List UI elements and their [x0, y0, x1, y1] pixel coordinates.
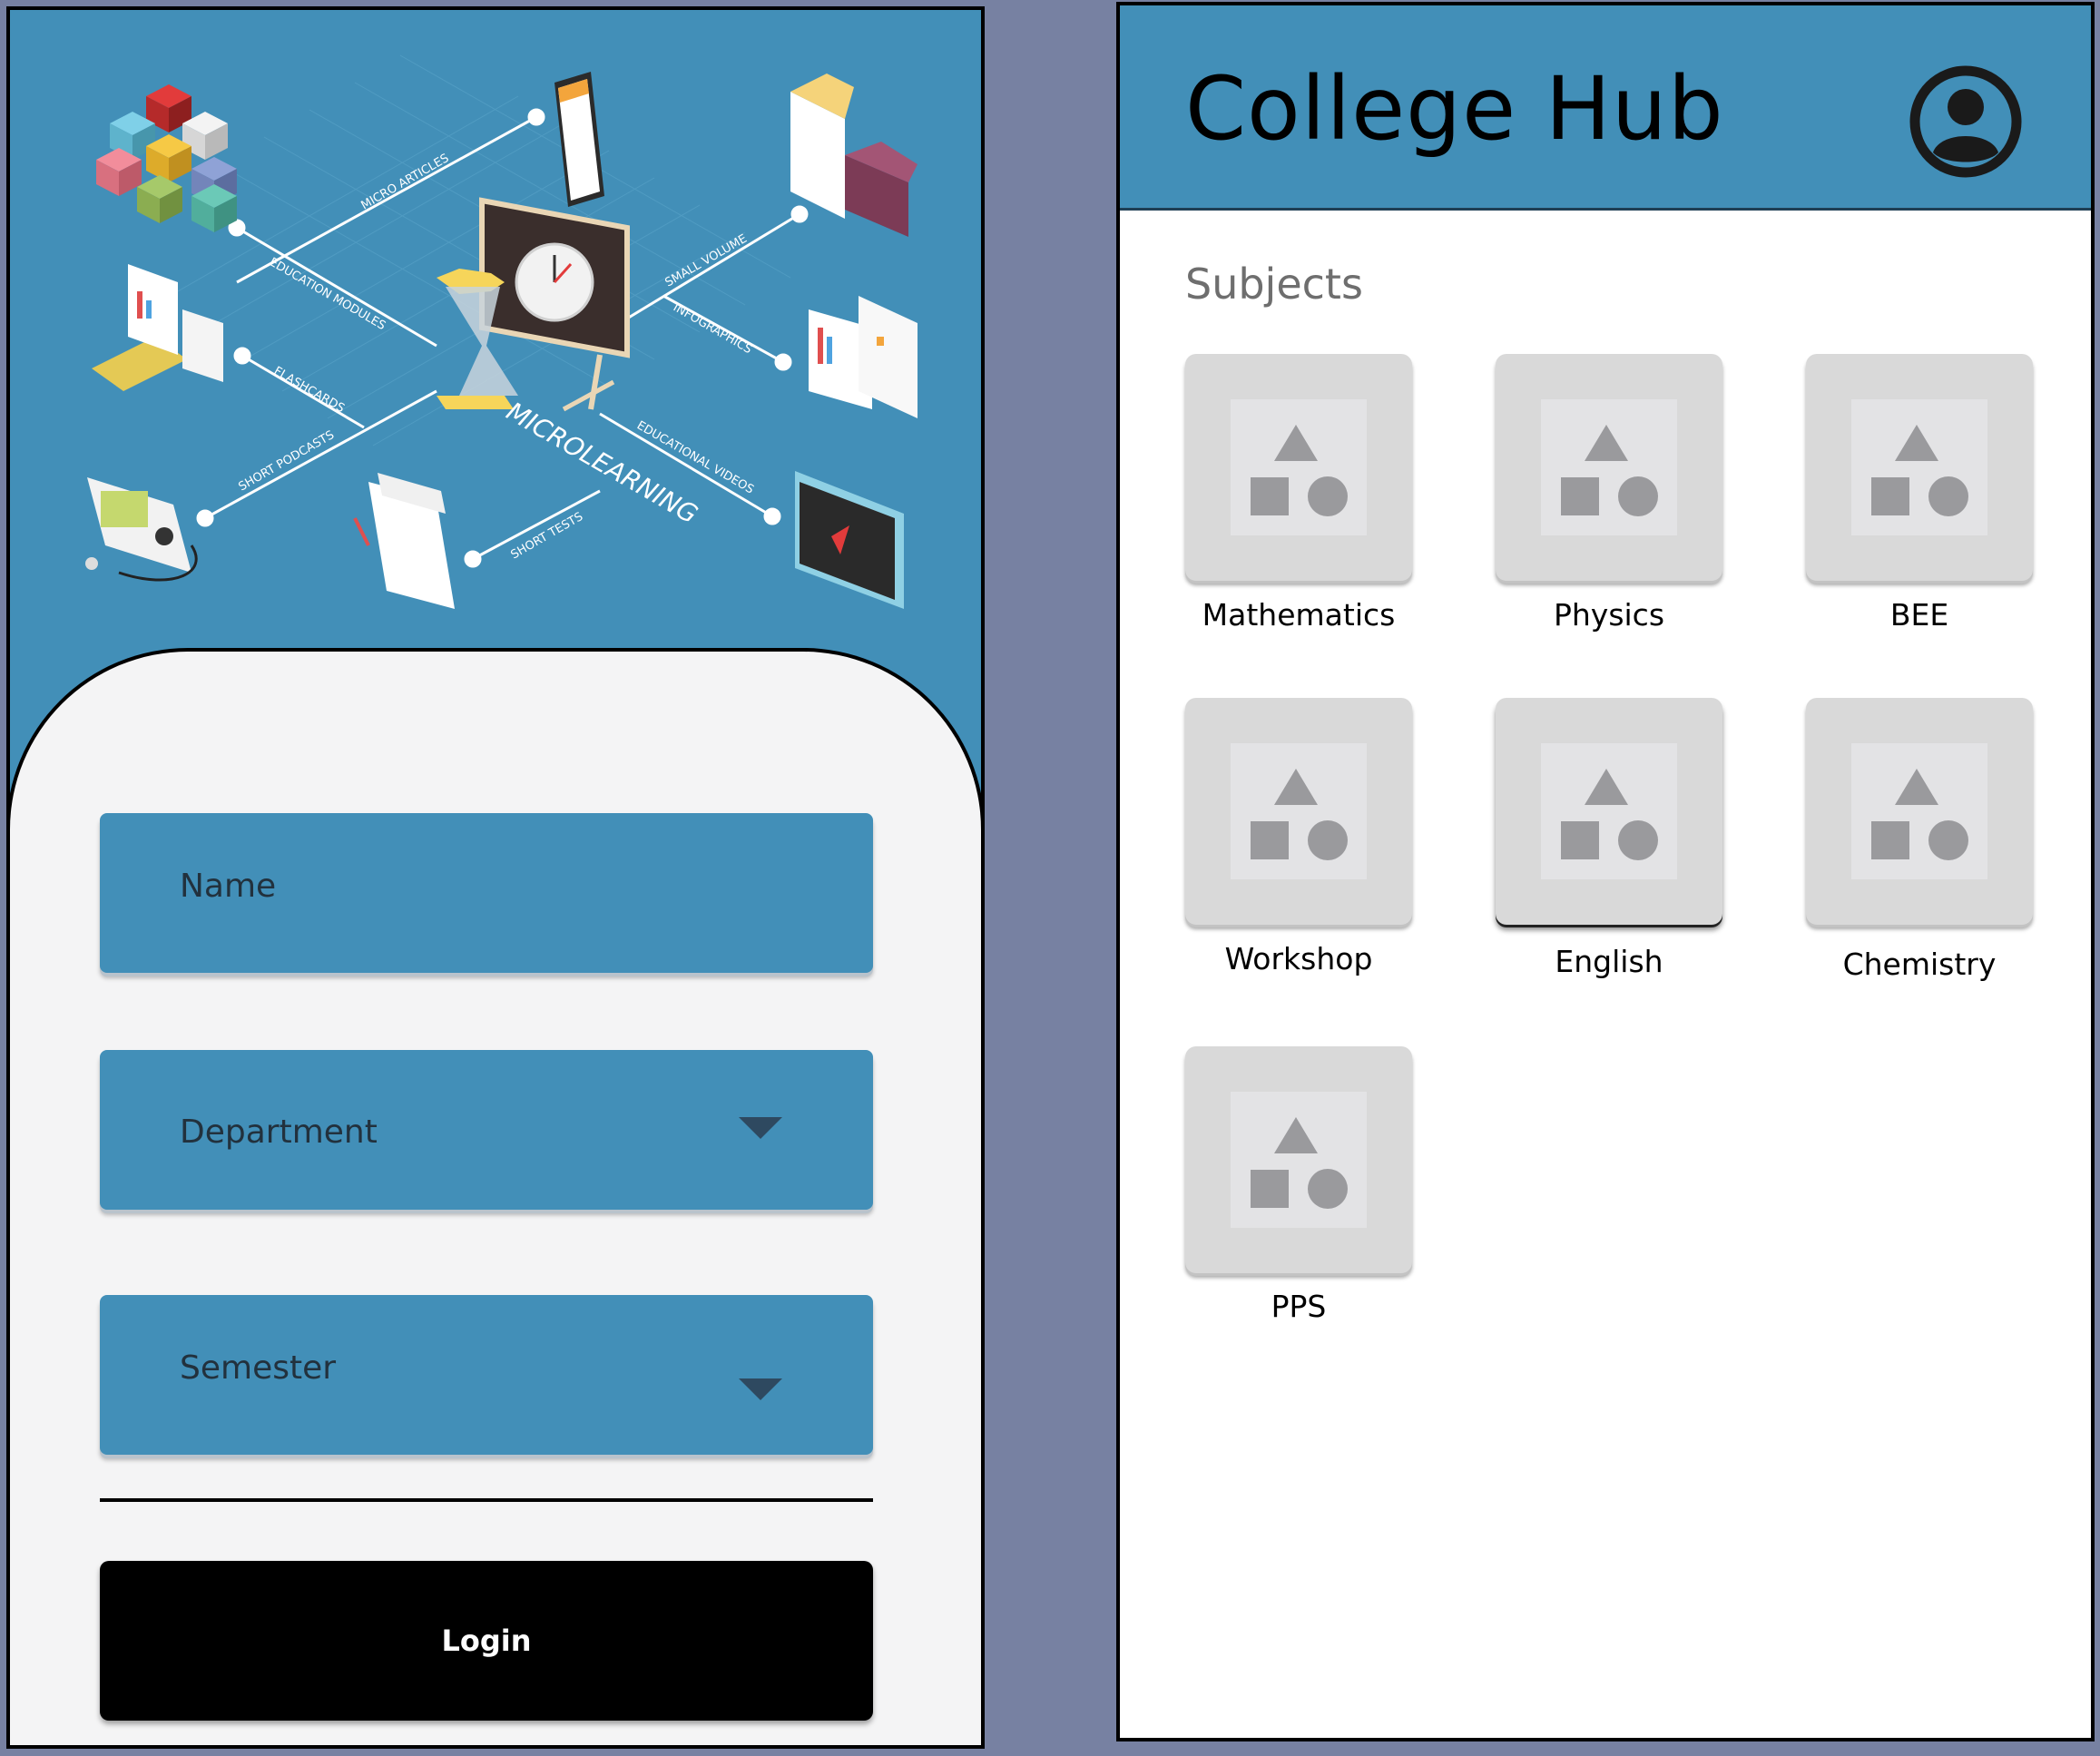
- hero-label-flashcards: FLASHCARDS: [271, 364, 347, 416]
- subject-card[interactable]: [1185, 698, 1412, 925]
- image-placeholder-icon: [1541, 743, 1677, 879]
- login-button[interactable]: Login: [100, 1561, 873, 1721]
- subject-label: Mathematics: [1202, 597, 1396, 633]
- app-title: College Hub: [1185, 58, 1724, 160]
- chevron-down-icon: [739, 1117, 782, 1139]
- subject-label: Physics: [1553, 597, 1665, 633]
- app-header: College Hub: [1120, 5, 2091, 211]
- hero-label-small-volume: SMALL VOLUME: [663, 232, 750, 290]
- chevron-down-icon: [739, 1378, 782, 1400]
- hero-label-infographics: INFOGRAPHICS: [671, 300, 754, 357]
- subject-card[interactable]: [1806, 354, 2033, 581]
- department-dropdown[interactable]: Department: [100, 1050, 873, 1210]
- name-input[interactable]: Name: [100, 813, 873, 973]
- subject-card[interactable]: [1496, 698, 1722, 925]
- account-circle-icon[interactable]: [1909, 65, 2022, 178]
- subject-label: Chemistry: [1842, 947, 1997, 982]
- subject-label: English: [1555, 944, 1663, 979]
- semester-dropdown[interactable]: Semester: [100, 1295, 873, 1455]
- semester-label: Semester: [180, 1349, 337, 1387]
- hero-label-short-podcasts: SHORT PODCASTS: [237, 428, 337, 494]
- microlearning-illustration: MICRO ARTICLES EDUCATION MODULES FLASHCA…: [10, 10, 981, 663]
- hero-label-education-modules: EDUCATION MODULES: [267, 255, 388, 333]
- login-form-panel: Name Department Semester Login: [10, 648, 981, 1745]
- subject-card[interactable]: [1806, 698, 2033, 925]
- image-placeholder-icon: [1231, 743, 1367, 879]
- subject-card[interactable]: [1185, 1046, 1412, 1273]
- subject-label: PPS: [1271, 1289, 1327, 1324]
- department-label: Department: [180, 1113, 378, 1151]
- subject-card[interactable]: [1185, 354, 1412, 581]
- image-placeholder-icon: [1541, 399, 1677, 535]
- divider: [100, 1498, 873, 1502]
- image-placeholder-icon: [1231, 399, 1367, 535]
- subject-label: Workshop: [1224, 941, 1373, 976]
- image-placeholder-icon: [1231, 1092, 1367, 1228]
- section-title: Subjects: [1185, 260, 1363, 309]
- subject-card[interactable]: [1496, 354, 1722, 581]
- image-placeholder-icon: [1851, 399, 1987, 535]
- college-hub-screen: College Hub Subjects Mathematics Physics B…: [1116, 2, 2095, 1741]
- name-placeholder: Name: [180, 868, 277, 905]
- subject-label: BEE: [1889, 597, 1949, 633]
- image-placeholder-icon: [1851, 743, 1987, 879]
- login-screen: MICRO ARTICLES EDUCATION MODULES FLASHCA…: [6, 6, 985, 1749]
